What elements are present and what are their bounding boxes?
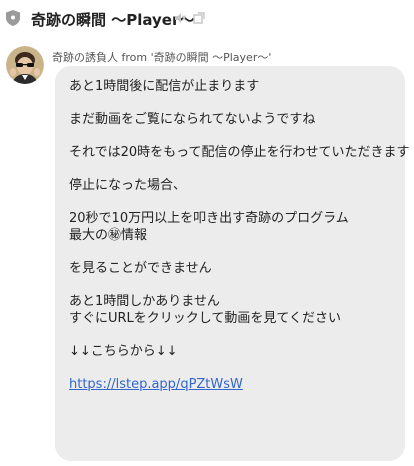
message-line: それでは20時をもって配信の停止を行わせていただきます bbox=[69, 145, 410, 160]
shield-icon bbox=[6, 10, 20, 26]
message-line: あと1時間後に配信が止まります bbox=[69, 79, 260, 94]
message-line: あと1時間しかありません bbox=[69, 294, 220, 309]
message-line: 最大の㊙情報 bbox=[69, 228, 148, 243]
sender-name: 奇跡の誘負人 from '奇跡の瞬間 〜Player〜' bbox=[52, 51, 272, 64]
message-line: を見ることができません bbox=[69, 261, 212, 276]
chat-title: 奇跡の瞬間 〜Player〜 bbox=[31, 11, 195, 29]
message-line-group: あと1時間しかありませんすぐにURLをクリックして動画を見てください bbox=[69, 293, 399, 327]
message-line: まだ動画をご覧になられてないようですね bbox=[69, 112, 316, 127]
chat-header: 奇跡の瞬間 〜Player〜 bbox=[0, 0, 414, 38]
message-text: あと1時間後に配信が止まります まだ動画をご覧になられてないようですね それでは… bbox=[69, 78, 410, 393]
sender-avatar[interactable] bbox=[6, 46, 44, 84]
message-line: ↓↓こちらから↓↓ bbox=[69, 344, 178, 359]
popout-icon[interactable] bbox=[193, 12, 205, 24]
message-line: すぐにURLをクリックして動画を見てください bbox=[69, 311, 342, 326]
message-line: 20秒で10万円以上を叩き出す奇跡のプログラム bbox=[69, 211, 349, 226]
message-line: 停止になった場合、 bbox=[69, 178, 187, 193]
message-link[interactable]: https://lstep.app/qPZtWsW bbox=[69, 377, 243, 392]
mute-icon[interactable] bbox=[174, 12, 186, 24]
message-line-group: 20秒で10万円以上を叩き出す奇跡のプログラム 最大の㊙情報 bbox=[69, 210, 399, 244]
